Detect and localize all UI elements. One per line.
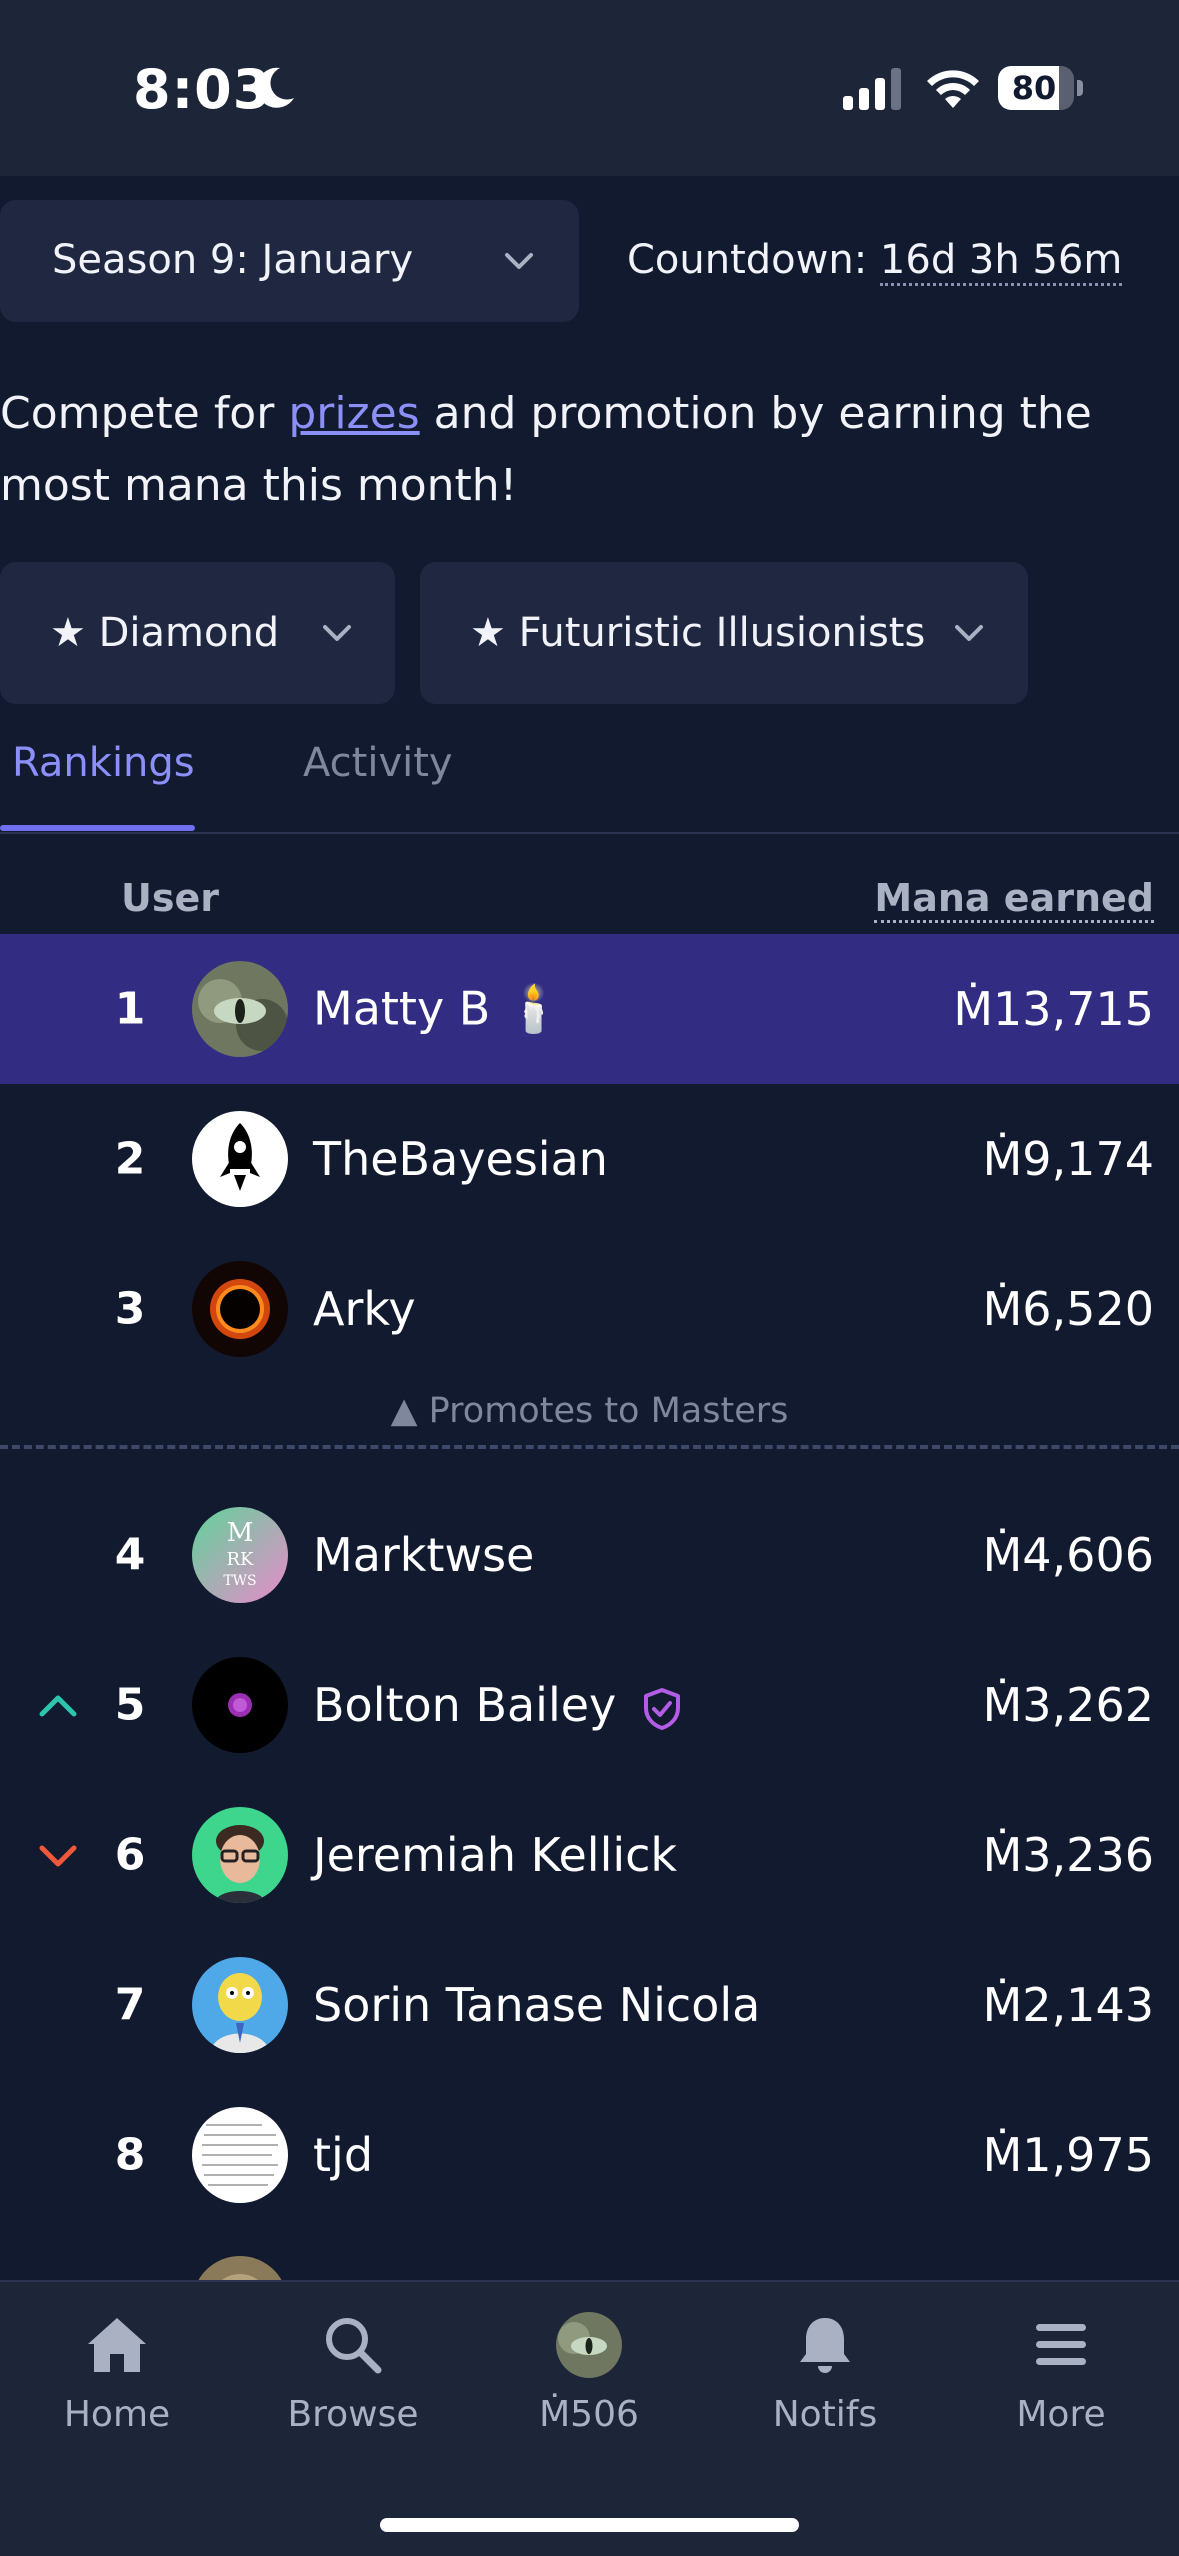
nav-browse[interactable]: Browse <box>253 2312 453 2435</box>
leaderboard-row[interactable]: 4 M RK TWS Marktwse Ṁ4,606 <box>0 1480 1179 1630</box>
cohort-label: ★ Futuristic Illusionists <box>470 610 926 656</box>
avatar[interactable] <box>192 1957 288 2053</box>
leaderboard-row[interactable]: 5 Bolton Bailey Ṁ3,262 <box>0 1630 1179 1780</box>
nav-more[interactable]: More <box>961 2312 1161 2435</box>
nav-balance-label: Ṁ506 <box>539 2394 639 2435</box>
countdown-prefix: Countdown: <box>627 237 880 283</box>
mana-earned: Ṁ13,715 <box>953 982 1154 1036</box>
home-icon <box>88 2318 146 2372</box>
bottom-navigation: Home Browse Ṁ506 Notifs More <box>0 2280 1179 2556</box>
leaderboard-row[interactable]: 2 TheBayesian Ṁ9,174 <box>0 1084 1179 1234</box>
rank-number: 6 <box>114 1829 146 1881</box>
status-time: 8:03 <box>133 58 272 121</box>
bell-icon <box>800 2318 850 2373</box>
rank-number: 2 <box>114 1133 146 1185</box>
avatar[interactable] <box>192 1807 288 1903</box>
prizes-link[interactable]: prizes <box>288 388 419 439</box>
nav-home-label: Home <box>63 2394 171 2435</box>
mana-earned: Ṁ4,606 <box>982 1528 1154 1582</box>
mana-earned: Ṁ2,143 <box>982 1978 1154 2032</box>
nav-home[interactable]: Home <box>17 2312 217 2435</box>
mana-earned: Ṁ1,975 <box>982 2128 1154 2182</box>
tab-rankings[interactable]: Rankings <box>12 740 195 786</box>
rank-number: 7 <box>114 1979 146 2031</box>
active-tab-indicator <box>0 825 195 831</box>
rank-down-icon <box>39 1845 77 1867</box>
avatar[interactable] <box>192 1657 288 1753</box>
avatar <box>192 2256 288 2280</box>
search-icon <box>326 2318 382 2374</box>
avatar[interactable] <box>192 1111 288 1207</box>
user-name[interactable]: Arky <box>313 1282 416 1336</box>
avatar-letters: TWS <box>223 1573 256 1589</box>
countdown-value: 16d 3h 56m <box>879 237 1123 286</box>
menu-icon <box>1036 2324 1086 2365</box>
battery-level: 80 <box>1011 69 1057 107</box>
user-name[interactable]: Sorin Tanase Nicola <box>313 1978 760 2032</box>
avatar[interactable] <box>192 2107 288 2203</box>
promotion-threshold-label: ▲ Promotes to Masters <box>390 1391 789 1431</box>
column-header-user: User <box>121 876 219 920</box>
rank-number: 5 <box>114 1679 146 1731</box>
nav-notifs-label: Notifs <box>772 2394 878 2435</box>
user-name[interactable]: Jeremiah Kellick <box>313 1828 677 1882</box>
home-indicator[interactable] <box>380 2518 799 2532</box>
rank-number: 8 <box>114 2129 146 2181</box>
chevron-down-icon <box>505 253 533 269</box>
user-name[interactable]: Marktwse <box>313 1528 534 1582</box>
rank-number: 4 <box>114 1529 146 1581</box>
moon-icon <box>256 67 294 108</box>
cellular-signal-icon <box>843 68 901 110</box>
season-countdown: Countdown: 16d 3h 56m <box>627 237 1123 286</box>
wifi-icon <box>927 70 979 108</box>
leaderboard-row[interactable]: 8 tjd Ṁ1,975 <box>0 2080 1179 2230</box>
user-name[interactable]: Matty B 🕯️ <box>313 982 562 1037</box>
avatar-letters: M <box>227 1518 254 1548</box>
nav-browse-label: Browse <box>287 2394 419 2435</box>
rank-number: 1 <box>114 983 146 1035</box>
leaderboard-row[interactable]: 6 Jeremiah Kellick Ṁ3,236 <box>0 1780 1179 1930</box>
user-name-text: Bolton Bailey <box>313 1678 617 1732</box>
leaderboard-row[interactable]: 7 Sorin Tanase Nicola Ṁ2,143 <box>0 1930 1179 2080</box>
chevron-down-icon <box>955 625 983 641</box>
user-name[interactable]: Bolton Bailey <box>313 1678 683 1732</box>
mana-earned: Ṁ3,236 <box>982 1828 1154 1882</box>
nav-profile[interactable]: Ṁ506 <box>489 2312 689 2435</box>
leaderboard-row[interactable]: 1 Matty B 🕯️ Ṁ13,715 <box>0 934 1179 1084</box>
tab-activity[interactable]: Activity <box>303 740 453 786</box>
mana-earned: Ṁ3,262 <box>982 1678 1154 1732</box>
cohort-dropdown[interactable]: ★ Futuristic Illusionists <box>420 562 1028 704</box>
intro-text-before: Compete for <box>0 388 289 439</box>
column-header-mana-earned[interactable]: Mana earned <box>874 876 1154 923</box>
user-name[interactable]: tjd <box>313 2128 373 2182</box>
nav-notifs[interactable]: Notifs <box>725 2312 925 2435</box>
status-bar: 8:03 80 <box>0 0 1179 176</box>
mana-earned: Ṁ6,520 <box>982 1282 1154 1336</box>
rank-number: 3 <box>114 1283 146 1335</box>
division-dropdown[interactable]: ★ Diamond <box>0 562 395 704</box>
profile-avatar <box>556 2312 622 2378</box>
shield-check-icon <box>643 1687 680 1730</box>
avatar-letters: RK <box>227 1549 255 1570</box>
avatar[interactable] <box>192 961 288 1057</box>
chevron-down-icon <box>323 625 351 641</box>
avatar[interactable]: M RK TWS <box>192 1507 288 1603</box>
division-label: ★ Diamond <box>50 610 280 656</box>
avatar[interactable] <box>192 1261 288 1357</box>
battery-indicator: 80 <box>998 66 1074 110</box>
intro-text: Compete for prizes and promotion by earn… <box>0 378 1120 522</box>
nav-more-label: More <box>1016 2394 1106 2435</box>
tab-divider <box>0 832 1179 834</box>
user-name[interactable]: TheBayesian <box>313 1132 608 1186</box>
season-dropdown[interactable]: Season 9: January <box>0 200 579 322</box>
season-label: Season 9: January <box>52 237 414 283</box>
leaderboard-row[interactable]: 3 Arky Ṁ6,520 <box>0 1234 1179 1384</box>
mana-earned: Ṁ9,174 <box>982 1132 1154 1186</box>
promotion-divider <box>0 1445 1179 1449</box>
rank-up-icon <box>39 1695 77 1717</box>
